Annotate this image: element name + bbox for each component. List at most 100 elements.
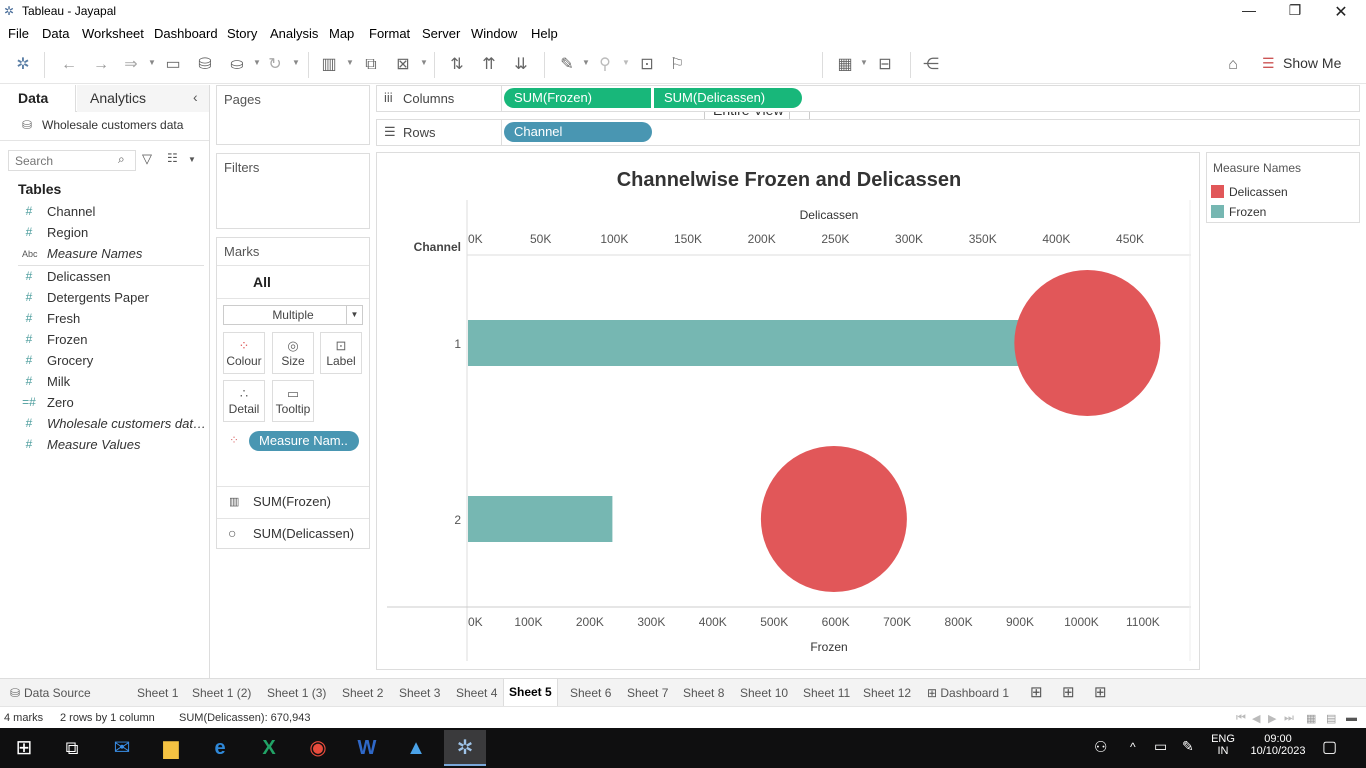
view-film-icon[interactable]: ▤: [1326, 712, 1336, 725]
legend-label-frozen[interactable]: Frozen: [1229, 205, 1266, 219]
show-mark-labels-icon[interactable]: ⊡: [636, 55, 658, 75]
collapse-pane-icon[interactable]: ‹: [193, 89, 198, 105]
notifications-icon[interactable]: ▢: [1322, 737, 1337, 757]
new-story-tab-icon[interactable]: ⊞: [1094, 683, 1107, 701]
replay-icon[interactable]: ⇒: [120, 55, 142, 75]
pause-updates-icon[interactable]: ⛀: [226, 55, 248, 75]
field-measure-values[interactable]: # Measure Values: [0, 435, 205, 456]
new-worksheet-tab-icon[interactable]: ⊞: [1030, 683, 1043, 701]
size-button[interactable]: ◎ Size: [272, 332, 314, 374]
tab-sheet-10[interactable]: Sheet 10: [740, 686, 788, 700]
nav-next-icon[interactable]: ▶: [1268, 712, 1276, 725]
nav-first-icon[interactable]: ⏮: [1236, 712, 1246, 725]
share-icon[interactable]: ⋲: [920, 55, 942, 75]
view-dropdown-icon[interactable]: ▼: [188, 155, 196, 164]
tab-analytics[interactable]: Analytics: [90, 90, 146, 106]
measure-row-delicassen[interactable]: SUM(Delicassen): [253, 526, 354, 541]
datasource-name[interactable]: Wholesale customers data: [42, 118, 183, 132]
field-fresh[interactable]: # Fresh: [0, 309, 205, 330]
tab-sheet-6[interactable]: Sheet 6: [570, 686, 611, 700]
tab-data-source[interactable]: Data Source: [24, 686, 91, 700]
menu-help[interactable]: Help: [531, 26, 558, 41]
menu-window[interactable]: Window: [471, 26, 517, 41]
refresh-icon[interactable]: ↻: [264, 55, 286, 75]
tab-sheet-11[interactable]: Sheet 11: [803, 686, 850, 700]
file-explorer-icon[interactable]: ▆: [153, 735, 189, 761]
field-measure-names[interactable]: Abc Measure Names: [0, 244, 205, 265]
new-datasource-icon[interactable]: ⛁: [194, 55, 216, 75]
clear-sheet-icon[interactable]: ⊠: [392, 55, 414, 75]
menu-data[interactable]: Data: [42, 26, 69, 41]
filter-icon[interactable]: ▽: [142, 151, 152, 167]
field-grocery[interactable]: # Grocery: [0, 351, 205, 372]
task-view-icon[interactable]: ⧉: [54, 735, 90, 761]
new-worksheet-icon[interactable]: ▥: [318, 55, 340, 75]
presentation-mode-icon[interactable]: ⊟: [874, 55, 896, 75]
legend-label-delicassen[interactable]: Delicassen: [1229, 185, 1288, 199]
tab-sheet-3[interactable]: Sheet 3: [399, 686, 440, 700]
people-icon[interactable]: ⚇: [1094, 738, 1107, 756]
minimize-button[interactable]: —: [1226, 2, 1272, 18]
nav-prev-icon[interactable]: ◀: [1252, 712, 1260, 725]
field-detergents-paper[interactable]: # Detergents Paper: [0, 288, 205, 309]
menu-server[interactable]: Server: [422, 26, 460, 41]
colour-button[interactable]: ⁘ Colour: [223, 332, 265, 374]
view-tabs-icon[interactable]: ▬: [1346, 712, 1357, 724]
excel-app-icon[interactable]: X: [251, 735, 287, 761]
tableau-taskbar-icon[interactable]: ✲: [444, 730, 486, 766]
chrome-browser-icon[interactable]: ◉: [300, 735, 336, 761]
sort-ascending-icon[interactable]: ⇈: [478, 55, 500, 75]
pages-card[interactable]: Pages: [216, 85, 370, 145]
search-input[interactable]: [8, 150, 136, 171]
fix-axes-icon[interactable]: ⚐: [666, 55, 688, 75]
field-zero[interactable]: =# Zero: [0, 393, 205, 414]
menu-analysis[interactable]: Analysis: [270, 26, 318, 41]
highlight-icon[interactable]: ✎: [556, 55, 578, 75]
edge-browser-icon[interactable]: e: [202, 735, 238, 761]
menu-map[interactable]: Map: [329, 26, 354, 41]
tab-sheet-5[interactable]: Sheet 5: [503, 679, 558, 707]
tab-sheet-8[interactable]: Sheet 8: [683, 686, 724, 700]
menu-worksheet[interactable]: Worksheet: [82, 26, 144, 41]
columns-pill-delicassen[interactable]: SUM(Delicassen): [654, 88, 802, 108]
tab-sheet-12[interactable]: Sheet 12: [863, 686, 911, 700]
tab-sheet-7[interactable]: Sheet 7: [627, 686, 668, 700]
label-button[interactable]: ⊡ Label: [320, 332, 362, 374]
field-delicassen[interactable]: # Delicassen: [0, 267, 205, 288]
tab-sheet-4[interactable]: Sheet 4: [456, 686, 497, 700]
save-icon[interactable]: ▭: [162, 55, 184, 75]
tab-sheet-1-3[interactable]: Sheet 1 (3): [267, 686, 326, 700]
nav-last-icon[interactable]: ⏭: [1284, 712, 1294, 725]
marks-all-tab[interactable]: All: [253, 274, 271, 290]
rows-pill-channel[interactable]: Channel: [504, 122, 652, 142]
field-frozen[interactable]: # Frozen: [0, 330, 205, 351]
menu-file[interactable]: File: [8, 26, 29, 41]
windows-start-icon[interactable]: ⊞: [6, 735, 42, 761]
measure-names-color-pill[interactable]: Measure Nam..: [249, 431, 359, 451]
tab-sheet-1-2[interactable]: Sheet 1 (2): [192, 686, 251, 700]
sort-descending-icon[interactable]: ⇊: [510, 55, 532, 75]
tray-chevron-icon[interactable]: ^: [1130, 740, 1136, 754]
view-grid-icon[interactable]: ▦: [1306, 712, 1316, 725]
photos-app-icon[interactable]: ▲: [398, 735, 434, 761]
measure-row-frozen[interactable]: SUM(Frozen): [253, 494, 331, 509]
battery-icon[interactable]: ▭: [1154, 738, 1167, 755]
menu-format[interactable]: Format: [369, 26, 410, 41]
mark-type-dropdown[interactable]: Multiple ▼: [223, 305, 363, 325]
tableau-home-icon[interactable]: ✲: [12, 55, 34, 75]
redo-icon[interactable]: →: [90, 55, 112, 75]
field-wholesale-customers-dat[interactable]: # Wholesale customers dat…: [0, 414, 206, 435]
swap-rows-columns-icon[interactable]: ⇅: [446, 55, 468, 75]
tab-dashboard-1[interactable]: ⊞ Dashboard 1: [927, 686, 1009, 700]
field-channel[interactable]: # Channel: [0, 202, 205, 223]
word-app-icon[interactable]: W: [349, 735, 385, 761]
field-region[interactable]: # Region: [0, 223, 205, 244]
language-indicator[interactable]: ENG IN: [1208, 733, 1238, 757]
new-dashboard-tab-icon[interactable]: ⊞: [1062, 683, 1075, 701]
tab-data[interactable]: Data: [18, 90, 48, 106]
duplicate-sheet-icon[interactable]: ⧉: [360, 55, 382, 75]
pin-icon[interactable]: ⌂: [1222, 55, 1244, 75]
columns-pill-frozen[interactable]: SUM(Frozen): [504, 88, 651, 108]
view-list-icon[interactable]: ☷: [167, 151, 178, 165]
menu-dashboard[interactable]: Dashboard: [154, 26, 218, 41]
